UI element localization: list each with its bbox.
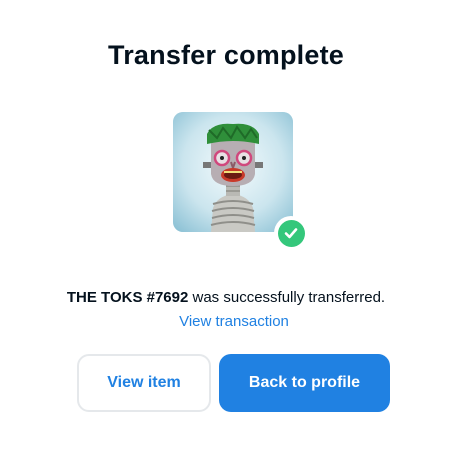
nft-preview: [173, 112, 308, 250]
transfer-message: THE TOKS #7692 was successfully transfer…: [0, 289, 452, 306]
check-circle-icon: [274, 216, 308, 250]
transfer-message-suffix: was successfully transferred.: [188, 289, 386, 306]
view-transaction-link[interactable]: View transaction: [0, 313, 452, 330]
view-item-button[interactable]: View item: [77, 354, 211, 412]
modal-title: Transfer complete: [108, 40, 344, 70]
nft-image: [173, 112, 293, 232]
back-to-profile-button[interactable]: Back to profile: [219, 354, 390, 412]
item-name: THE TOKS #7692: [66, 289, 189, 306]
